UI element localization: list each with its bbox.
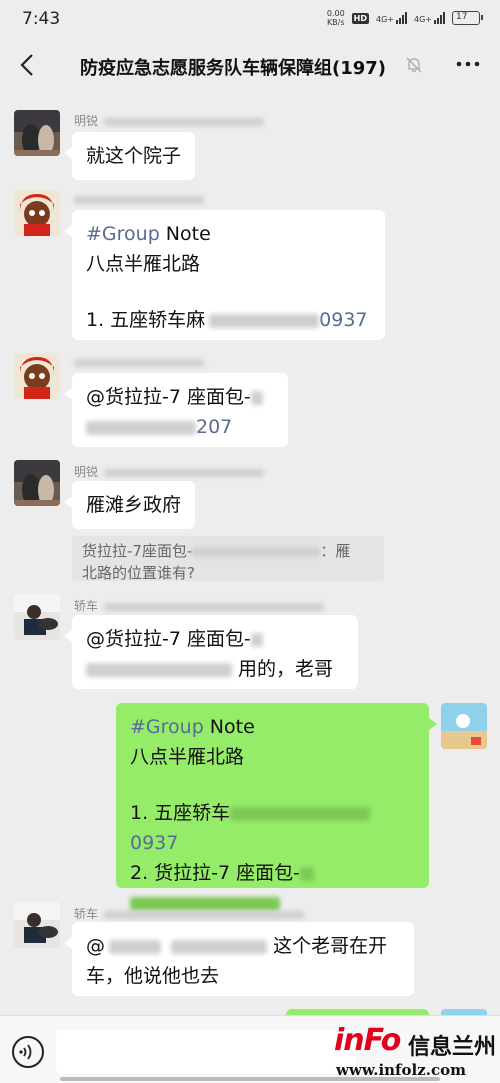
self-avatar[interactable] xyxy=(441,703,487,749)
avatar[interactable] xyxy=(14,110,60,156)
chat-title: 防疫应急志愿服务队车辆保障组(197) xyxy=(80,58,387,79)
note-item: 1. 五座轿车0937 xyxy=(130,798,415,858)
chat-header: 防疫应急志愿服务队车辆保障组(197) xyxy=(0,36,500,94)
sender-name xyxy=(74,192,204,206)
watermark-title: 信息兰州 xyxy=(408,1035,497,1060)
sender-name: 明锐 xyxy=(74,463,265,480)
quote-text: 货拉拉-7座面包- xyxy=(82,542,193,560)
watermark-logo: inFo xyxy=(334,1023,401,1058)
note-line: 八点半雁北路 xyxy=(86,253,201,275)
hashtag-link: #Group xyxy=(130,716,204,738)
sender-name: 轿车 xyxy=(74,597,325,614)
mention-text: @ xyxy=(86,935,105,957)
signal-icon-2: 4G+ xyxy=(414,12,445,24)
battery-icon: 17 xyxy=(452,11,483,25)
group-note-bubble[interactable]: #Group Note 八点半雁北路 1. 五座轿车0937 2. 货拉拉-7 … xyxy=(116,703,437,911)
avatar[interactable] xyxy=(14,594,60,640)
note-word: Note xyxy=(203,716,255,738)
message-bubble[interactable]: @货拉拉-7 座面包- 207 xyxy=(64,373,288,447)
message-text: 用的，老哥 xyxy=(238,658,334,680)
voice-input-icon[interactable] xyxy=(12,1036,44,1068)
site-watermark: inFo 信息兰州 www.infolz.com xyxy=(330,1015,500,1083)
group-note-bubble[interactable]: #Group Note 八点半雁北路 1. 五座轿车麻 0937 xyxy=(64,210,385,340)
message-bubble[interactable]: 就这个院子 xyxy=(63,132,196,180)
message-text: 车，他说他也去 xyxy=(86,965,220,987)
quote-text: ：雁 xyxy=(320,542,351,560)
sender-name: 轿车 xyxy=(74,905,305,922)
quoted-message[interactable]: 货拉拉-7座面包- ：雁 北路的位置谁有? xyxy=(72,536,384,582)
quote-text: 北路的位置谁有? xyxy=(82,564,195,582)
status-time: 7:43 xyxy=(22,9,61,29)
net-speed: 0.00 KB/s xyxy=(326,9,345,27)
mute-bell-icon xyxy=(406,57,422,73)
hd-icon: HD xyxy=(351,12,369,24)
message-bubble[interactable]: 雁滩乡政府 xyxy=(63,481,196,529)
note-item: 1. 五座轿车麻 0937 xyxy=(86,309,368,331)
back-arrow-icon[interactable] xyxy=(14,50,42,80)
avatar[interactable] xyxy=(14,353,60,399)
avatar[interactable] xyxy=(14,460,60,506)
sender-name: 明锐 xyxy=(74,112,265,129)
message-bubble[interactable]: @货拉拉-7 座面包- 用的，老哥 xyxy=(64,615,358,689)
message-text: 雁滩乡政府 xyxy=(86,494,182,516)
message-text: 这个老哥在开 xyxy=(273,935,388,957)
mention-text: @货拉拉-7 座面包- xyxy=(86,386,251,408)
hashtag-link: #Group xyxy=(86,223,160,245)
status-bar: 7:43 0.00 KB/s HD 4G+ 4G+ 17 xyxy=(0,0,500,36)
mention-text: @货拉拉-7 座面包- xyxy=(86,628,251,650)
note-word: Note xyxy=(159,223,211,245)
note-line: 八点半雁北路 xyxy=(130,746,245,768)
message-bubble[interactable]: @ 这个老哥在开 车，他说他也去 xyxy=(64,922,414,996)
avatar[interactable] xyxy=(14,190,60,236)
home-indicator xyxy=(60,1077,440,1081)
sender-name xyxy=(74,355,204,369)
more-options-icon[interactable] xyxy=(455,54,481,74)
note-item: 2. 货拉拉-7 座面包- xyxy=(130,858,415,888)
message-text: 就这个院子 xyxy=(86,145,182,167)
status-icons: 0.00 KB/s HD 4G+ 4G+ 17 xyxy=(326,9,483,27)
signal-icon-1: 4G+ xyxy=(376,12,407,24)
avatar[interactable] xyxy=(14,902,60,948)
phone-tail: 207 xyxy=(196,416,233,438)
message-input[interactable] xyxy=(56,1030,356,1074)
